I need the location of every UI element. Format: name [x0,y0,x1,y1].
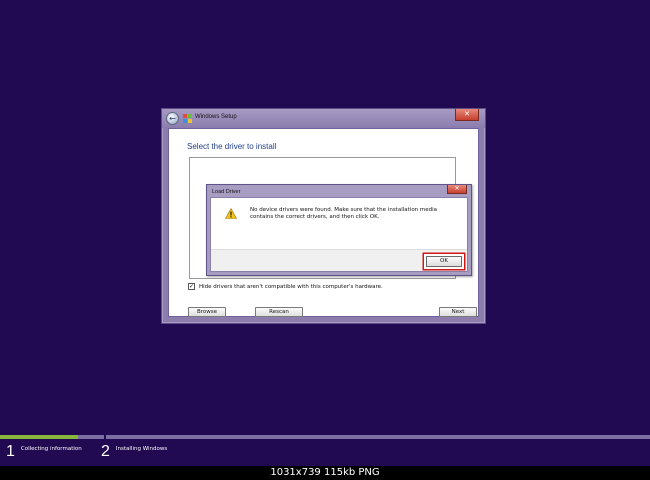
step-label: Collecting information [20,446,82,452]
next-button[interactable]: Next [439,307,477,317]
setup-window-title: Windows Setup [195,114,237,120]
step-installing-windows: 2 Installing Windows [101,443,167,461]
rescan-button[interactable]: Rescan [255,307,303,317]
back-arrow-icon[interactable]: ← [166,112,179,125]
hide-incompatible-label: Hide drivers that aren't compatible with… [199,283,383,290]
load-driver-dialog: Load Driver ✕ No device drivers were fou… [206,184,472,276]
dialog-title: Load Driver [212,189,241,195]
dialog-message: No device drivers were found. Make sure … [250,207,438,220]
page-title: Select the driver to install [187,142,277,151]
hide-incompatible-checkbox[interactable]: ✓ [188,283,195,290]
step-collecting-information: 1 Collecting information [6,443,82,461]
setup-progress-bar [0,435,650,439]
image-caption-bar: 1031x739 115kb PNG [0,466,650,480]
progress-divider [104,435,106,439]
image-caption: 1031x739 115kb PNG [270,467,380,478]
setup-progress-fill [0,435,78,439]
dialog-body: No device drivers were found. Make sure … [210,197,468,272]
step-number: 1 [6,443,15,460]
step-number: 2 [101,443,110,460]
setup-close-icon[interactable]: ✕ [455,109,479,121]
warning-icon [225,208,237,219]
setup-titlebar: ← Windows Setup ✕ [162,109,485,128]
dialog-close-icon[interactable]: ✕ [447,185,467,194]
windows-logo-icon [183,114,192,123]
browse-button[interactable]: Browse [188,307,226,317]
hide-incompatible-row: ✓ Hide drivers that aren't compatible wi… [188,283,383,290]
dialog-footer: OK [211,249,467,271]
step-label: Installing Windows [115,446,168,452]
ok-button[interactable]: OK [426,256,462,267]
